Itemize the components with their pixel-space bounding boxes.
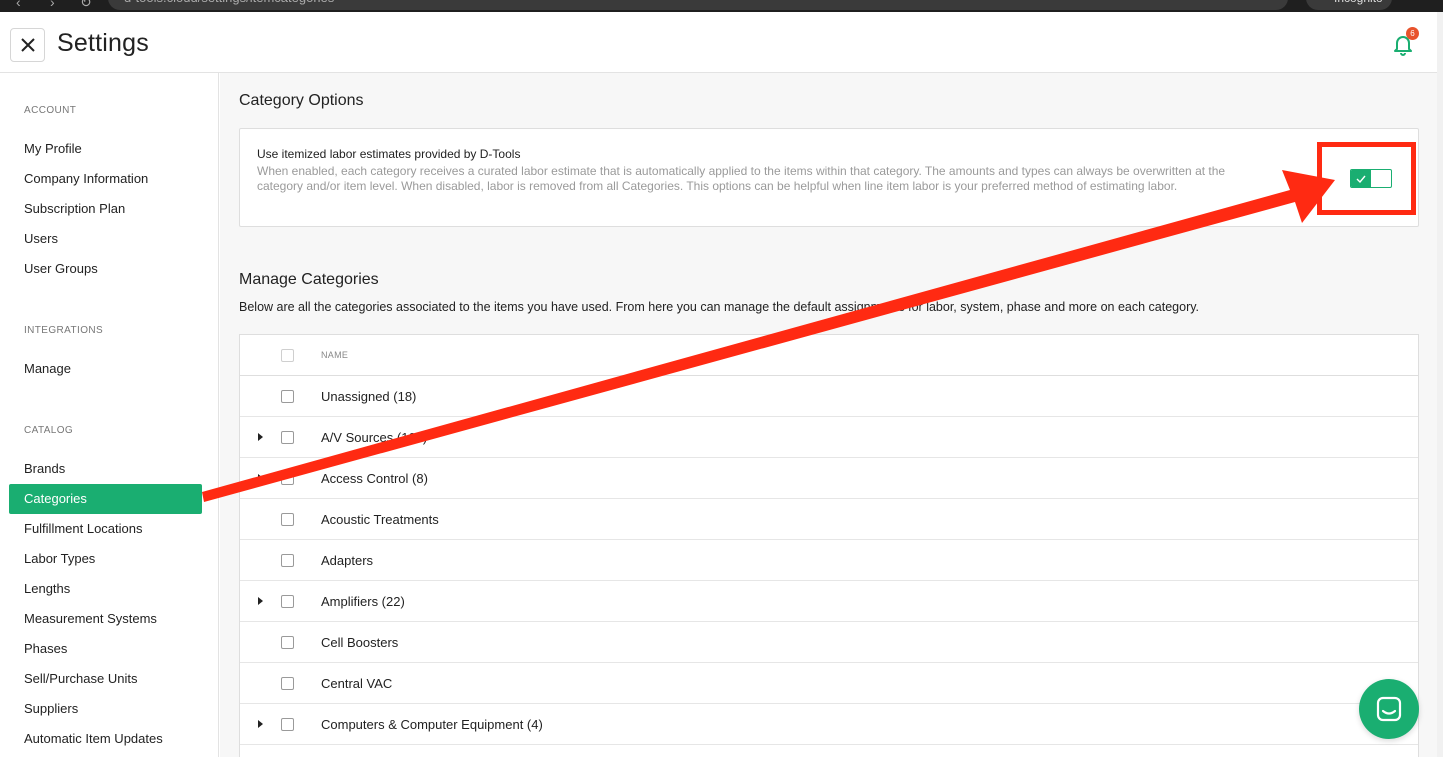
page-title: Settings <box>57 29 149 57</box>
row-checkbox[interactable] <box>281 513 294 526</box>
settings-header: Settings 6 <box>0 12 1443 73</box>
table-row[interactable]: A/V Sources (169) <box>240 417 1418 458</box>
category-name[interactable]: Computers & Computer Equipment (4) <box>321 717 543 732</box>
categories-table: NAME Unassigned (18) A/V Sources (169) A… <box>239 334 1419 757</box>
sidebar-item-manage[interactable]: Manage <box>9 354 202 384</box>
sidebar-item-company-information[interactable]: Company Information <box>9 164 202 194</box>
sidebar-item-categories[interactable]: Categories <box>9 484 202 514</box>
table-row[interactable]: Adapters <box>240 540 1418 581</box>
row-checkbox[interactable] <box>281 431 294 444</box>
row-checkbox[interactable] <box>281 718 294 731</box>
category-name[interactable]: A/V Sources (169) <box>321 430 427 445</box>
address-bar[interactable]: d-tools.cloud/settings/itemcategories <box>108 0 1288 10</box>
forward-icon[interactable]: › <box>50 0 55 10</box>
option-description: When enabled, each category receives a c… <box>257 164 1226 193</box>
table-row[interactable]: Access Control (8) <box>240 458 1418 499</box>
table-row[interactable]: Amplifiers (22) <box>240 581 1418 622</box>
category-name[interactable]: Central VAC <box>321 676 392 691</box>
select-all-checkbox[interactable] <box>281 349 294 362</box>
category-name[interactable]: Acoustic Treatments <box>321 512 439 527</box>
manage-categories-heading: Manage Categories <box>239 271 379 288</box>
sidebar-item-lengths[interactable]: Lengths <box>9 574 202 604</box>
sidebar-item-automatic-item-updates[interactable]: Automatic Item Updates <box>9 724 202 754</box>
sidebar-item-brands[interactable]: Brands <box>9 454 202 484</box>
annotation-highlight-box <box>1317 142 1416 215</box>
category-options-heading: Category Options <box>239 92 364 109</box>
table-row[interactable]: Computers & Computer Equipment (4) <box>240 704 1418 745</box>
sidebar-item-labor-types[interactable]: Labor Types <box>9 544 202 574</box>
reload-icon[interactable]: ↻ <box>80 0 92 11</box>
sidebar-item-subscription-plan[interactable]: Subscription Plan <box>9 194 202 224</box>
column-header-name[interactable]: NAME <box>321 350 348 360</box>
caret-right-icon[interactable] <box>258 597 263 605</box>
incognito-badge[interactable]: Incognito <box>1306 0 1392 10</box>
row-checkbox[interactable] <box>281 390 294 403</box>
category-name[interactable]: Amplifiers (22) <box>321 594 405 609</box>
option-title: Use itemized labor estimates provided by… <box>257 147 521 161</box>
browser-toolbar: ‹ › ↻ d-tools.cloud/settings/itemcategor… <box>0 0 1443 12</box>
section-label-catalog: CATALOG <box>24 425 74 436</box>
sidebar-item-phases[interactable]: Phases <box>9 634 202 664</box>
chat-launcher-button[interactable] <box>1359 679 1419 739</box>
main-content: Category Options Use itemized labor esti… <box>220 73 1443 757</box>
close-button[interactable] <box>10 28 45 62</box>
caret-right-icon[interactable] <box>258 433 263 441</box>
sidebar-item-measurement-systems[interactable]: Measurement Systems <box>9 604 202 634</box>
category-name[interactable]: Unassigned (18) <box>321 389 416 404</box>
table-header: NAME <box>240 335 1418 376</box>
sidebar-item-sell-purchase-units[interactable]: Sell/Purchase Units <box>9 664 202 694</box>
back-icon[interactable]: ‹ <box>16 0 21 10</box>
row-checkbox[interactable] <box>281 595 294 608</box>
settings-sidebar: ACCOUNT My Profile Company Information S… <box>0 73 219 757</box>
category-name[interactable]: Adapters <box>321 553 373 568</box>
table-row[interactable]: Cell Boosters <box>240 622 1418 663</box>
notification-badge: 6 <box>1406 27 1419 40</box>
sidebar-item-fulfillment-locations[interactable]: Fulfillment Locations <box>9 514 202 544</box>
row-checkbox[interactable] <box>281 554 294 567</box>
section-label-account: ACCOUNT <box>24 105 77 116</box>
row-checkbox[interactable] <box>281 677 294 690</box>
sidebar-item-suppliers[interactable]: Suppliers <box>9 694 202 724</box>
section-label-integrations: INTEGRATIONS <box>24 325 104 336</box>
category-name[interactable]: Access Control (8) <box>321 471 428 486</box>
close-icon <box>20 38 35 52</box>
caret-right-icon[interactable] <box>258 474 263 482</box>
table-row[interactable]: Acoustic Treatments <box>240 499 1418 540</box>
table-row[interactable]: Unassigned (18) <box>240 376 1418 417</box>
caret-right-icon[interactable] <box>258 720 263 728</box>
row-checkbox[interactable] <box>281 636 294 649</box>
table-row[interactable]: Central VAC <box>240 663 1418 704</box>
row-checkbox[interactable] <box>281 472 294 485</box>
manage-categories-description: Below are all the categories associated … <box>239 300 1200 314</box>
chat-icon <box>1376 696 1402 722</box>
itemized-labor-option-card: Use itemized labor estimates provided by… <box>239 128 1419 227</box>
category-name[interactable]: Cell Boosters <box>321 635 398 650</box>
page-scrollbar[interactable] <box>1437 12 1443 757</box>
sidebar-item-my-profile[interactable]: My Profile <box>9 134 202 164</box>
sidebar-item-users[interactable]: Users <box>9 224 202 254</box>
sidebar-item-user-groups[interactable]: User Groups <box>9 254 202 284</box>
